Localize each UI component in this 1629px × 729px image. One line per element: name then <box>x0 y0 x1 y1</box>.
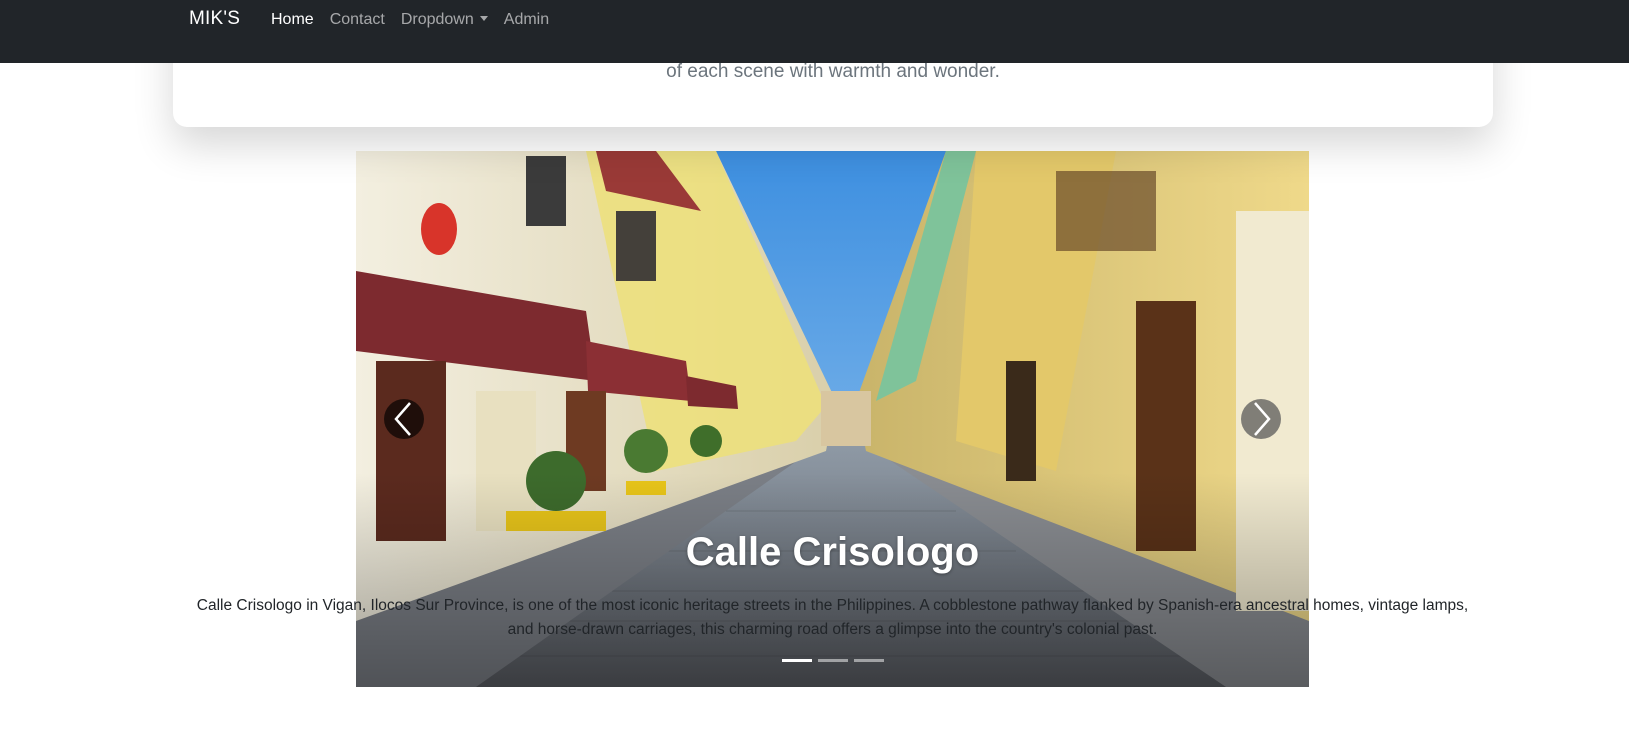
carousel-prev-button[interactable] <box>384 399 424 439</box>
nav-link-home[interactable]: Home <box>263 10 322 30</box>
image-carousel: Calle Crisologo Calle Crisologo in Vigan… <box>197 151 1468 687</box>
hero-subtitle: of each scene with warmth and wonder. <box>666 61 1000 82</box>
navbar-brand[interactable]: MIK'S <box>189 8 240 30</box>
carousel-caption: Calle Crisologo Calle Crisologo in Vigan… <box>185 528 1480 642</box>
chevron-left-icon <box>394 402 411 436</box>
carousel-indicators <box>782 659 884 662</box>
carousel-indicator-3[interactable] <box>854 659 884 662</box>
carousel-indicator-2[interactable] <box>818 659 848 662</box>
slide-title: Calle Crisologo <box>685 530 980 574</box>
nav-link-contact[interactable]: Contact <box>322 10 393 30</box>
navbar: MIK'S Home Contact Dropdown Admin <box>0 0 1629 63</box>
slide-description: Calle Crisologo in Vigan, Ilocos Sur Pro… <box>196 597 1469 638</box>
carousel-indicator-1[interactable] <box>782 659 812 662</box>
nav-link-admin[interactable]: Admin <box>496 10 557 30</box>
carousel-next-button[interactable] <box>1241 399 1281 439</box>
nav-links: Home Contact Dropdown Admin <box>263 10 557 30</box>
caret-down-icon <box>479 16 488 21</box>
nav-dropdown-label: Dropdown <box>400 11 474 28</box>
nav-dropdown-toggle[interactable]: Dropdown <box>393 10 496 30</box>
chevron-right-icon <box>1254 402 1271 436</box>
